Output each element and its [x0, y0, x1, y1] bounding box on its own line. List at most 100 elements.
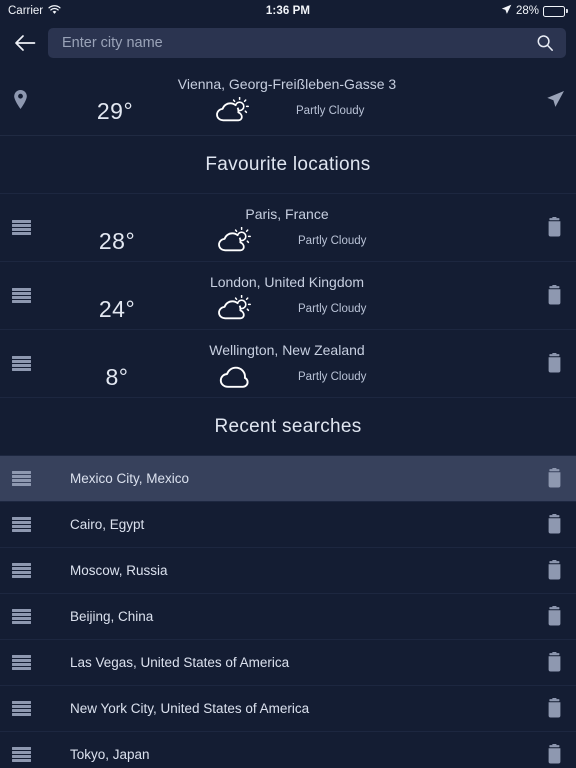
recent-search-row[interactable]: Las Vegas, United States of America [0, 640, 576, 686]
favourite-temperature: 8° [105, 363, 129, 390]
drag-handle-icon [11, 701, 31, 716]
drag-handle-icon [11, 747, 31, 762]
recent-search-label: Moscow, Russia [70, 563, 168, 578]
recent-drag-handle[interactable] [0, 655, 42, 670]
favourite-location-row[interactable]: Paris, France 28° Partly Cloudy [0, 194, 576, 262]
trash-icon [548, 217, 560, 237]
recent-drag-handle[interactable] [0, 609, 42, 624]
favourite-delete-button[interactable] [532, 285, 576, 306]
trash-icon [548, 744, 560, 764]
drag-handle-icon [11, 356, 31, 371]
recent-searches-section-header: Recent searches [0, 398, 576, 456]
recent-search-row[interactable]: Moscow, Russia [0, 548, 576, 594]
recent-drag-handle[interactable] [0, 701, 42, 716]
drag-handle-icon [11, 655, 31, 670]
trash-icon [548, 698, 560, 718]
trash-icon [548, 560, 560, 580]
favourite-location-row[interactable]: London, United Kingdom 24° Partly Cloudy [0, 262, 576, 330]
recent-drag-handle[interactable] [0, 517, 42, 532]
recent-delete-button[interactable] [532, 514, 576, 535]
location-arrow-icon [501, 4, 512, 18]
recent-search-label: Las Vegas, United States of America [70, 655, 290, 670]
recent-search-row[interactable]: Tokyo, Japan [0, 732, 576, 768]
favourite-city: Paris, France [245, 206, 329, 222]
favourite-drag-handle[interactable] [0, 356, 42, 371]
recent-delete-button[interactable] [532, 698, 576, 719]
recent-search-row[interactable]: Beijing, China [0, 594, 576, 640]
battery-icon [543, 5, 568, 17]
locate-me-button[interactable] [534, 90, 576, 109]
favourite-drag-handle[interactable] [0, 288, 42, 303]
favourite-temperature: 24° [98, 295, 136, 322]
recent-drag-handle[interactable] [0, 471, 42, 486]
status-bar-clock: 1:36 PM [265, 5, 311, 17]
navigation-arrow-icon [546, 91, 564, 107]
drag-handle-icon [11, 220, 31, 235]
current-location-temperature: 29° [96, 97, 134, 124]
map-pin-icon [13, 90, 27, 109]
favourite-drag-handle[interactable] [0, 220, 42, 235]
current-location-description: Partly Cloudy [296, 105, 365, 117]
recent-search-row[interactable]: Mexico City, Mexico [0, 456, 576, 502]
recent-delete-button[interactable] [532, 652, 576, 673]
recent-delete-button[interactable] [532, 606, 576, 627]
trash-icon [548, 468, 560, 488]
current-location-row[interactable]: Vienna, Georg-Freißleben-Gasse 3 29° Par… [0, 64, 576, 136]
recent-searches-list: Mexico City, Mexico Cairo, Egypt Moscow, R… [0, 456, 576, 768]
recent-delete-button[interactable] [532, 744, 576, 765]
trash-icon [548, 514, 560, 534]
drag-handle-icon [11, 563, 31, 578]
battery-percent-label: 28% [515, 5, 539, 17]
favourite-weather: London, United Kingdom 24° Partly Cloudy [42, 262, 532, 329]
drag-handle-icon [11, 471, 31, 486]
partly-cloudy-icon [218, 295, 251, 320]
recent-search-label: Cairo, Egypt [70, 517, 145, 532]
favourite-city: Wellington, New Zealand [209, 342, 365, 358]
current-location-pin-button[interactable] [0, 89, 40, 110]
search-bar [0, 22, 576, 64]
partly-cloudy-icon [190, 97, 274, 125]
favourite-description: Partly Cloudy [298, 235, 367, 247]
favourite-delete-button[interactable] [532, 353, 576, 374]
back-button[interactable] [12, 30, 38, 56]
status-bar: Carrier 1:36 PM 28% [0, 0, 576, 22]
trash-icon [548, 652, 560, 672]
trash-icon [548, 606, 560, 626]
favourite-location-row[interactable]: Wellington, New Zealand 8° Partly Cloudy [0, 330, 576, 398]
favourites-list: Paris, France 28° Partly Cloudy London, Uni… [0, 194, 576, 398]
favourite-temperature: 28° [98, 227, 136, 254]
recent-delete-button[interactable] [532, 468, 576, 489]
recent-search-label: Tokyo, Japan [70, 747, 150, 762]
recent-search-label: Beijing, China [70, 609, 154, 624]
favourites-section-header: Favourite locations [0, 136, 576, 194]
arrow-left-icon [15, 35, 36, 51]
recent-drag-handle[interactable] [0, 563, 42, 578]
status-bar-right: 28% [501, 4, 568, 18]
favourite-weather-icon [192, 295, 276, 323]
trash-icon [548, 353, 560, 373]
recent-search-label: New York City, United States of America [70, 701, 310, 716]
search-icon [537, 35, 553, 51]
drag-handle-icon [11, 288, 31, 303]
favourite-description: Partly Cloudy [298, 371, 367, 383]
search-field[interactable] [48, 28, 566, 58]
drag-handle-icon [11, 609, 31, 624]
recent-search-label: Mexico City, Mexico [70, 471, 190, 486]
weather-search-screen: Carrier 1:36 PM 28% Enter city name Vien… [0, 0, 576, 768]
recent-drag-handle[interactable] [0, 747, 42, 762]
favourite-weather: Paris, France 28° Partly Cloudy [42, 194, 532, 261]
favourite-weather: Wellington, New Zealand 8° Partly Cloudy [42, 330, 532, 397]
recent-delete-button[interactable] [532, 560, 576, 581]
search-submit-button[interactable] [534, 32, 556, 54]
favourite-weather-icon [192, 227, 276, 255]
recent-search-row[interactable]: Cairo, Egypt [0, 502, 576, 548]
current-location-weather: Vienna, Georg-Freißleben-Gasse 3 29° Par… [40, 64, 534, 135]
search-input[interactable] [62, 35, 528, 51]
favourite-description: Partly Cloudy [298, 303, 367, 315]
current-location-city: Vienna, Georg-Freißleben-Gasse 3 [177, 76, 397, 92]
partly-cloudy-icon [218, 227, 251, 252]
favourite-weather-icon [192, 363, 276, 391]
favourite-city: London, United Kingdom [209, 274, 365, 290]
recent-search-row[interactable]: New York City, United States of America [0, 686, 576, 732]
favourite-delete-button[interactable] [532, 217, 576, 238]
